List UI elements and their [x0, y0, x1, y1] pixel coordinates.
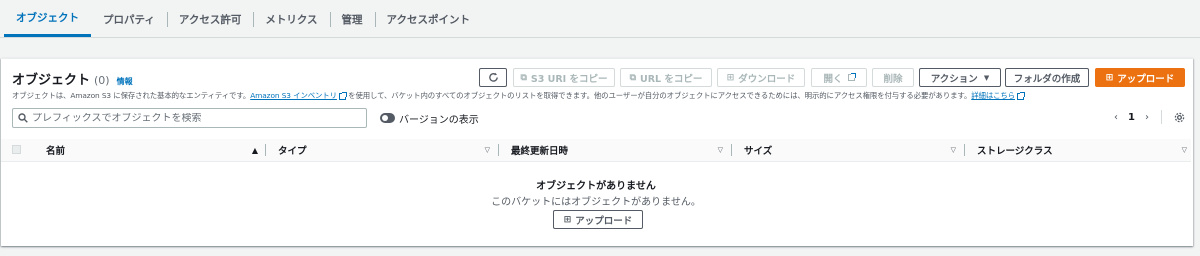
tab-metrics[interactable]: メトリクス — [253, 1, 329, 37]
column-name[interactable]: 名前 ▲ — [46, 139, 264, 161]
copy-s3-uri-label: S3 URI をコピー — [530, 73, 608, 85]
copy-icon: ⧉ — [520, 72, 527, 83]
column-divider — [964, 144, 965, 156]
objects-header: オブジェクト (0) 情報 — [12, 69, 133, 88]
versions-toggle[interactable] — [380, 113, 395, 123]
actions-button[interactable]: アクション ▼ — [919, 68, 1001, 87]
search-input[interactable] — [32, 112, 352, 124]
inventory-link[interactable]: Amazon S3 インベントリ — [250, 91, 337, 100]
tab-objects[interactable]: オブジェクト — [4, 1, 91, 37]
column-type-label: タイプ — [278, 146, 307, 157]
info-link[interactable]: 情報 — [117, 76, 133, 87]
download-icon: ⊞ — [726, 72, 735, 83]
open-button[interactable]: 開く — [811, 68, 867, 87]
search-box — [12, 108, 367, 128]
column-last-modified[interactable]: 最終更新日時 ▽ — [511, 139, 727, 161]
learn-more-link[interactable]: 詳細はこちら — [971, 91, 1015, 100]
refresh-icon — [488, 72, 498, 82]
description-text-2: を使用して、バケット内のすべてのオブジェクトのリストを取得できます。他のユーザー… — [348, 91, 972, 100]
external-link-icon — [847, 73, 856, 81]
external-link-icon — [338, 91, 347, 100]
column-storage-class-label: ストレージクラス — [977, 146, 1053, 157]
pagination: ‹ 1 › — [1114, 110, 1185, 124]
create-folder-button[interactable]: フォルダの作成 — [1005, 68, 1089, 87]
column-storage-class[interactable]: ストレージクラス ▽ — [977, 139, 1189, 161]
objects-description: オブジェクトは、Amazon S3 に保存された基本的なエンティティです。Ama… — [12, 90, 1025, 101]
current-page[interactable]: 1 — [1128, 112, 1135, 123]
sort-icon: ▽ — [484, 146, 490, 154]
open-label: 開く — [823, 73, 843, 85]
page-title: オブジェクト — [12, 73, 91, 88]
column-divider — [265, 144, 266, 156]
upload-icon: ⊞ — [1105, 72, 1114, 83]
copy-s3-uri-button[interactable]: ⧉ S3 URI をコピー — [513, 68, 615, 87]
empty-state-subtitle: このバケットにはオブジェクトがありません。 — [491, 197, 701, 208]
sort-icon: ▽ — [1181, 146, 1187, 154]
delete-label: 削除 — [883, 73, 903, 85]
description-text: オブジェクトは、Amazon S3 に保存された基本的なエンティティです。 — [12, 91, 251, 100]
column-last-modified-label: 最終更新日時 — [511, 146, 569, 157]
refresh-button[interactable] — [479, 68, 507, 87]
versions-toggle-label: バージョンの表示 — [399, 115, 479, 126]
gear-icon[interactable] — [1174, 112, 1185, 123]
divider — [1161, 110, 1162, 124]
download-label: ダウンロード — [738, 73, 796, 85]
copy-url-label: URL をコピー — [640, 73, 703, 85]
table-header: 名前 ▲ タイプ ▽ 最終更新日時 ▽ サイズ ▽ ストレージクラス ▽ — [1, 139, 1191, 162]
copy-url-button[interactable]: ⧉ URL をコピー — [620, 68, 712, 87]
upload-button[interactable]: ⊞ アップロード — [1095, 68, 1185, 87]
download-button[interactable]: ⊞ ダウンロード — [717, 68, 805, 87]
copy-icon: ⧉ — [629, 72, 637, 83]
tab-permissions[interactable]: アクセス許可 — [166, 1, 253, 37]
delete-button[interactable]: 削除 — [872, 68, 914, 87]
upload-icon: ⊞ — [563, 214, 572, 225]
objects-panel: オブジェクト (0) 情報 オブジェクトは、Amazon S3 に保存された基本… — [1, 58, 1193, 246]
sort-ascending-icon: ▲ — [251, 145, 258, 155]
column-type[interactable]: タイプ ▽ — [278, 139, 496, 161]
tab-bar: オブジェクト プロパティ アクセス許可 メトリクス 管理 アクセスポイント — [0, 0, 1200, 38]
search-icon — [18, 113, 28, 123]
object-count: (0) — [94, 74, 110, 87]
prev-page-icon[interactable]: ‹ — [1114, 112, 1118, 123]
tab-access-points[interactable]: アクセスポイント — [374, 1, 482, 37]
next-page-icon[interactable]: › — [1145, 112, 1149, 123]
column-size-label: サイズ — [744, 146, 773, 157]
sort-icon: ▽ — [950, 146, 956, 154]
empty-upload-label: アップロード — [575, 215, 633, 227]
column-divider — [731, 144, 732, 156]
empty-upload-button[interactable]: ⊞ アップロード — [553, 210, 643, 229]
external-link-icon — [1017, 91, 1025, 100]
upload-label: アップロード — [1117, 73, 1175, 85]
column-size[interactable]: サイズ ▽ — [744, 139, 958, 161]
actions-label: アクション — [930, 73, 978, 85]
select-all-checkbox[interactable] — [12, 145, 21, 154]
sort-icon: ▽ — [717, 146, 723, 154]
caret-down-icon: ▼ — [983, 73, 990, 82]
create-folder-label: フォルダの作成 — [1013, 73, 1081, 85]
column-divider — [498, 144, 499, 156]
tab-properties[interactable]: プロパティ — [91, 1, 167, 37]
empty-state-title: オブジェクトがありません — [536, 181, 656, 192]
column-name-label: 名前 — [46, 146, 66, 157]
tab-management[interactable]: 管理 — [329, 1, 375, 37]
